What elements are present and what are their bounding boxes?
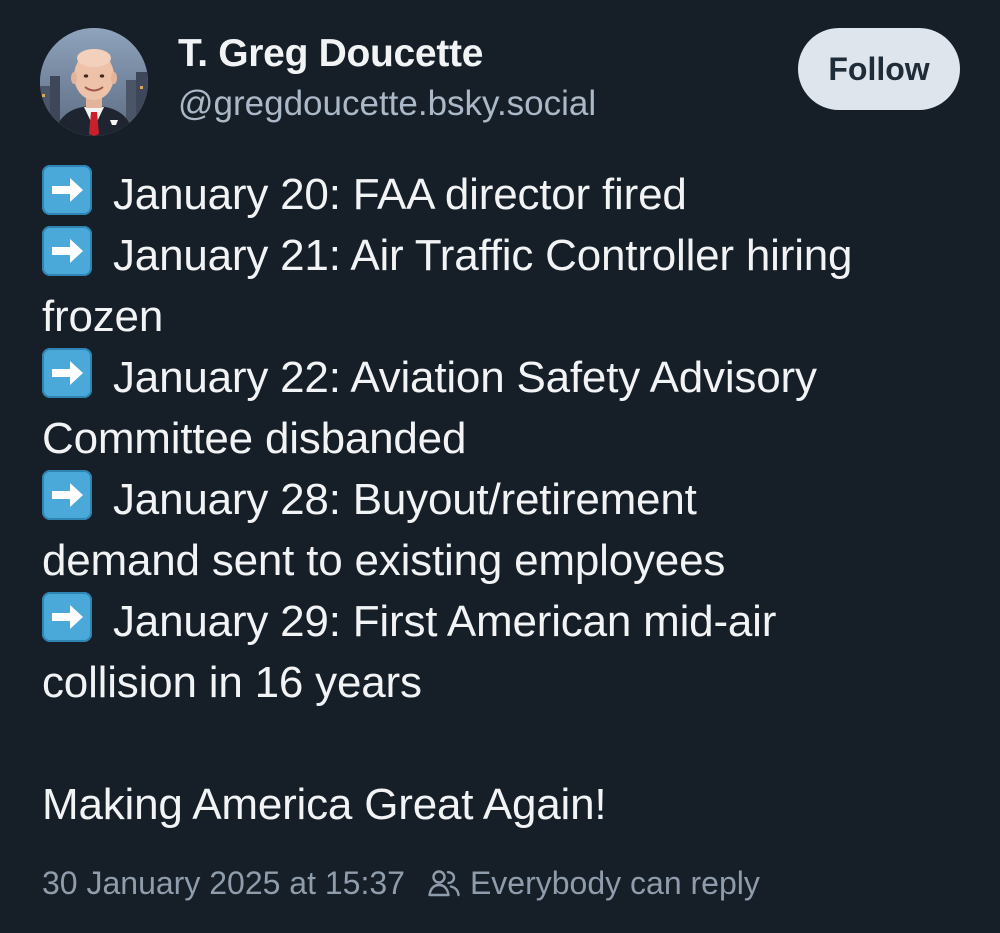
avatar-image <box>40 28 148 136</box>
author-display-name[interactable]: T. Greg Doucette <box>178 32 483 76</box>
post-closing-line: Making America Great Again! <box>42 780 607 829</box>
post-card: T. Greg Doucette @gregdoucette.bsky.soci… <box>0 0 1000 933</box>
post-meta: 30 January 2025 at 15:37 Everybody can r… <box>42 860 760 906</box>
post-item-line: January 29: First American mid-air <box>42 591 972 652</box>
author-avatar[interactable] <box>40 28 148 136</box>
post-spacer <box>42 713 972 774</box>
post-item-text: January 21: Air Traffic Controller hirin… <box>113 231 853 280</box>
follow-button[interactable]: Follow <box>798 28 960 110</box>
post-item-continuation: frozen <box>42 292 164 341</box>
people-icon <box>427 866 461 900</box>
reply-setting-label[interactable]: Everybody can reply <box>470 865 760 902</box>
post-item-continuation: demand sent to existing employees <box>42 536 726 585</box>
right-arrow-emoji-icon <box>42 226 92 276</box>
right-arrow-emoji-icon <box>42 470 92 520</box>
post-item-line: January 28: Buyout/retirement <box>42 469 972 530</box>
right-arrow-emoji-icon <box>42 592 92 642</box>
post-item-continuation: collision in 16 years <box>42 658 422 707</box>
post-timestamp[interactable]: 30 January 2025 at 15:37 <box>42 865 405 902</box>
right-arrow-emoji-icon <box>42 348 92 398</box>
right-arrow-emoji-icon <box>42 165 92 215</box>
post-item-text: January 28: Buyout/retirement <box>113 475 697 524</box>
post-item-line: January 20: FAA director fired <box>42 164 972 225</box>
post-item-line: January 21: Air Traffic Controller hirin… <box>42 225 972 286</box>
author-handle[interactable]: @gregdoucette.bsky.social <box>178 84 596 124</box>
post-item-text: January 20: FAA director fired <box>113 170 687 219</box>
post-text: January 20: FAA director fired January 2… <box>42 164 972 835</box>
post-item-text: January 22: Aviation Safety Advisory <box>113 353 817 402</box>
post-item-line: January 22: Aviation Safety Advisory <box>42 347 972 408</box>
post-item-text: January 29: First American mid-air <box>113 597 777 646</box>
post-item-continuation: Committee disbanded <box>42 414 467 463</box>
